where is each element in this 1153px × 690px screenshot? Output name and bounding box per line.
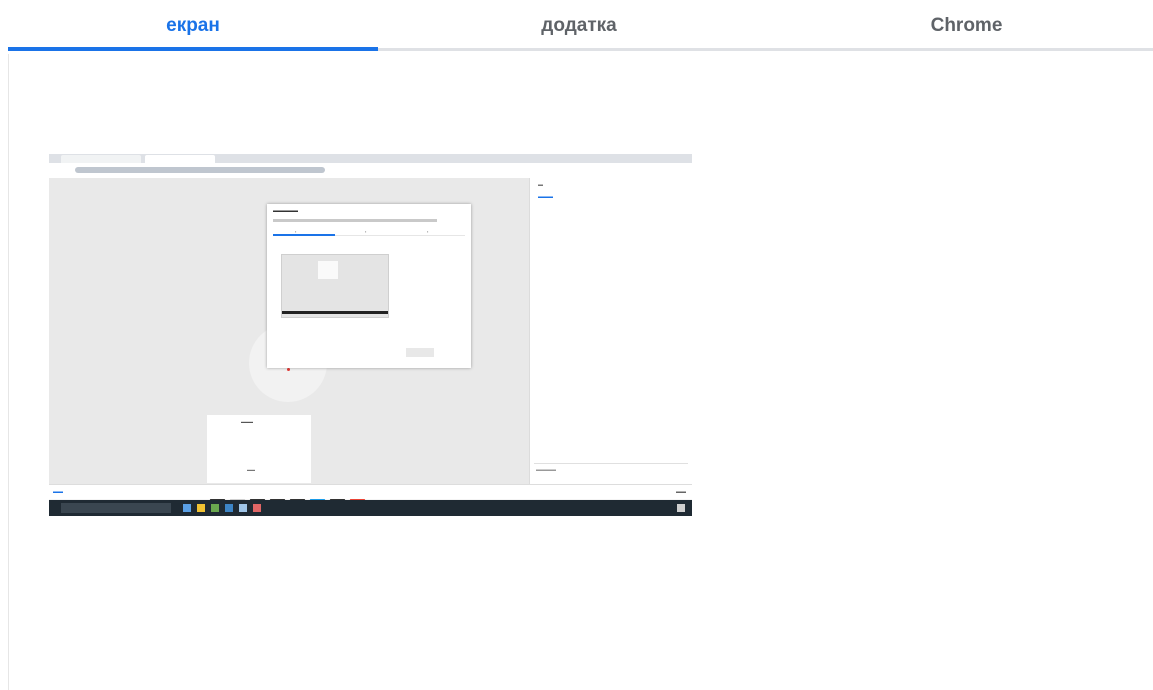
thumb-dialog-tab: ▪: [427, 229, 429, 234]
thumb-dialog-button: [437, 348, 465, 357]
thumb-dialog-subtitle: [273, 219, 437, 222]
thumb-share-dialog: ▬▬▬▬▬ ▪ ▪ ▪: [267, 204, 471, 368]
thumb-taskbar-icon: [211, 504, 219, 512]
thumb-red-dot: [287, 368, 290, 371]
thumb-dialog-title: ▬▬▬▬▬: [273, 208, 298, 214]
thumb-self-title: ▬▬▬: [241, 419, 253, 424]
thumb-chat-panel: ▬ ▬▬▬ ▬▬▬▬: [529, 178, 692, 484]
tab-app[interactable]: додатка: [378, 0, 780, 52]
thumb-bottom-right: ▬▬: [676, 489, 686, 495]
thumb-dialog-button: [406, 348, 434, 357]
thumb-self-view: ▬▬▬ ▬▬: [207, 415, 311, 483]
tab-active-indicator: [8, 47, 378, 51]
thumb-dialog-preview-inner: [318, 261, 338, 279]
thumb-taskbar-icon: [677, 504, 685, 512]
thumb-taskbar-icon: [225, 504, 233, 512]
thumb-url: [75, 167, 325, 173]
share-source-tabs: екран додатка Chrome: [0, 0, 1153, 54]
thumb-taskbar: [49, 500, 692, 516]
thumb-bottom-text: ▬▬: [53, 489, 63, 495]
thumb-chat-title: ▬: [538, 182, 543, 188]
thumb-chat-link: ▬▬▬: [538, 194, 553, 200]
thumb-bottom-bar: ▬▬ ▬▬: [49, 484, 692, 499]
tab-screen[interactable]: екран: [8, 0, 378, 52]
thumb-dialog-buttons: [403, 344, 465, 362]
thumb-browser-tabbar: [49, 154, 692, 163]
thumb-chat-input: ▬▬▬▬: [534, 463, 688, 476]
tab-chrome[interactable]: Chrome: [780, 0, 1153, 52]
thumb-taskbar-icon: [183, 504, 191, 512]
thumb-dialog-tab: ▪: [365, 229, 367, 234]
thumb-dialog-preview-bar: [282, 311, 388, 314]
thumb-taskbar-icon: [253, 504, 261, 512]
thumb-taskbar-search: [61, 503, 171, 513]
thumb-browser-tab: [61, 155, 141, 163]
thumb-meeting-stage: ▬▬▬▬▬ ▪ ▪ ▪ ▬▬▬ ▬▬: [49, 178, 529, 504]
thumb-dialog-preview: [281, 254, 389, 318]
thumb-taskbar-icon: [197, 504, 205, 512]
content-border: [8, 54, 9, 690]
thumb-self-sub: ▬▬: [247, 467, 255, 472]
thumb-browser-tab: [145, 155, 215, 163]
thumb-dialog-tab-indicator: [273, 234, 335, 236]
screen-thumbnail[interactable]: ▬▬▬▬▬ ▪ ▪ ▪ ▬▬▬ ▬▬ ▬ ▬▬▬ ▬▬▬▬ ▬▬ ▬▬: [49, 154, 692, 516]
thumb-taskbar-icon: [239, 504, 247, 512]
thumb-address-bar: [49, 163, 692, 179]
